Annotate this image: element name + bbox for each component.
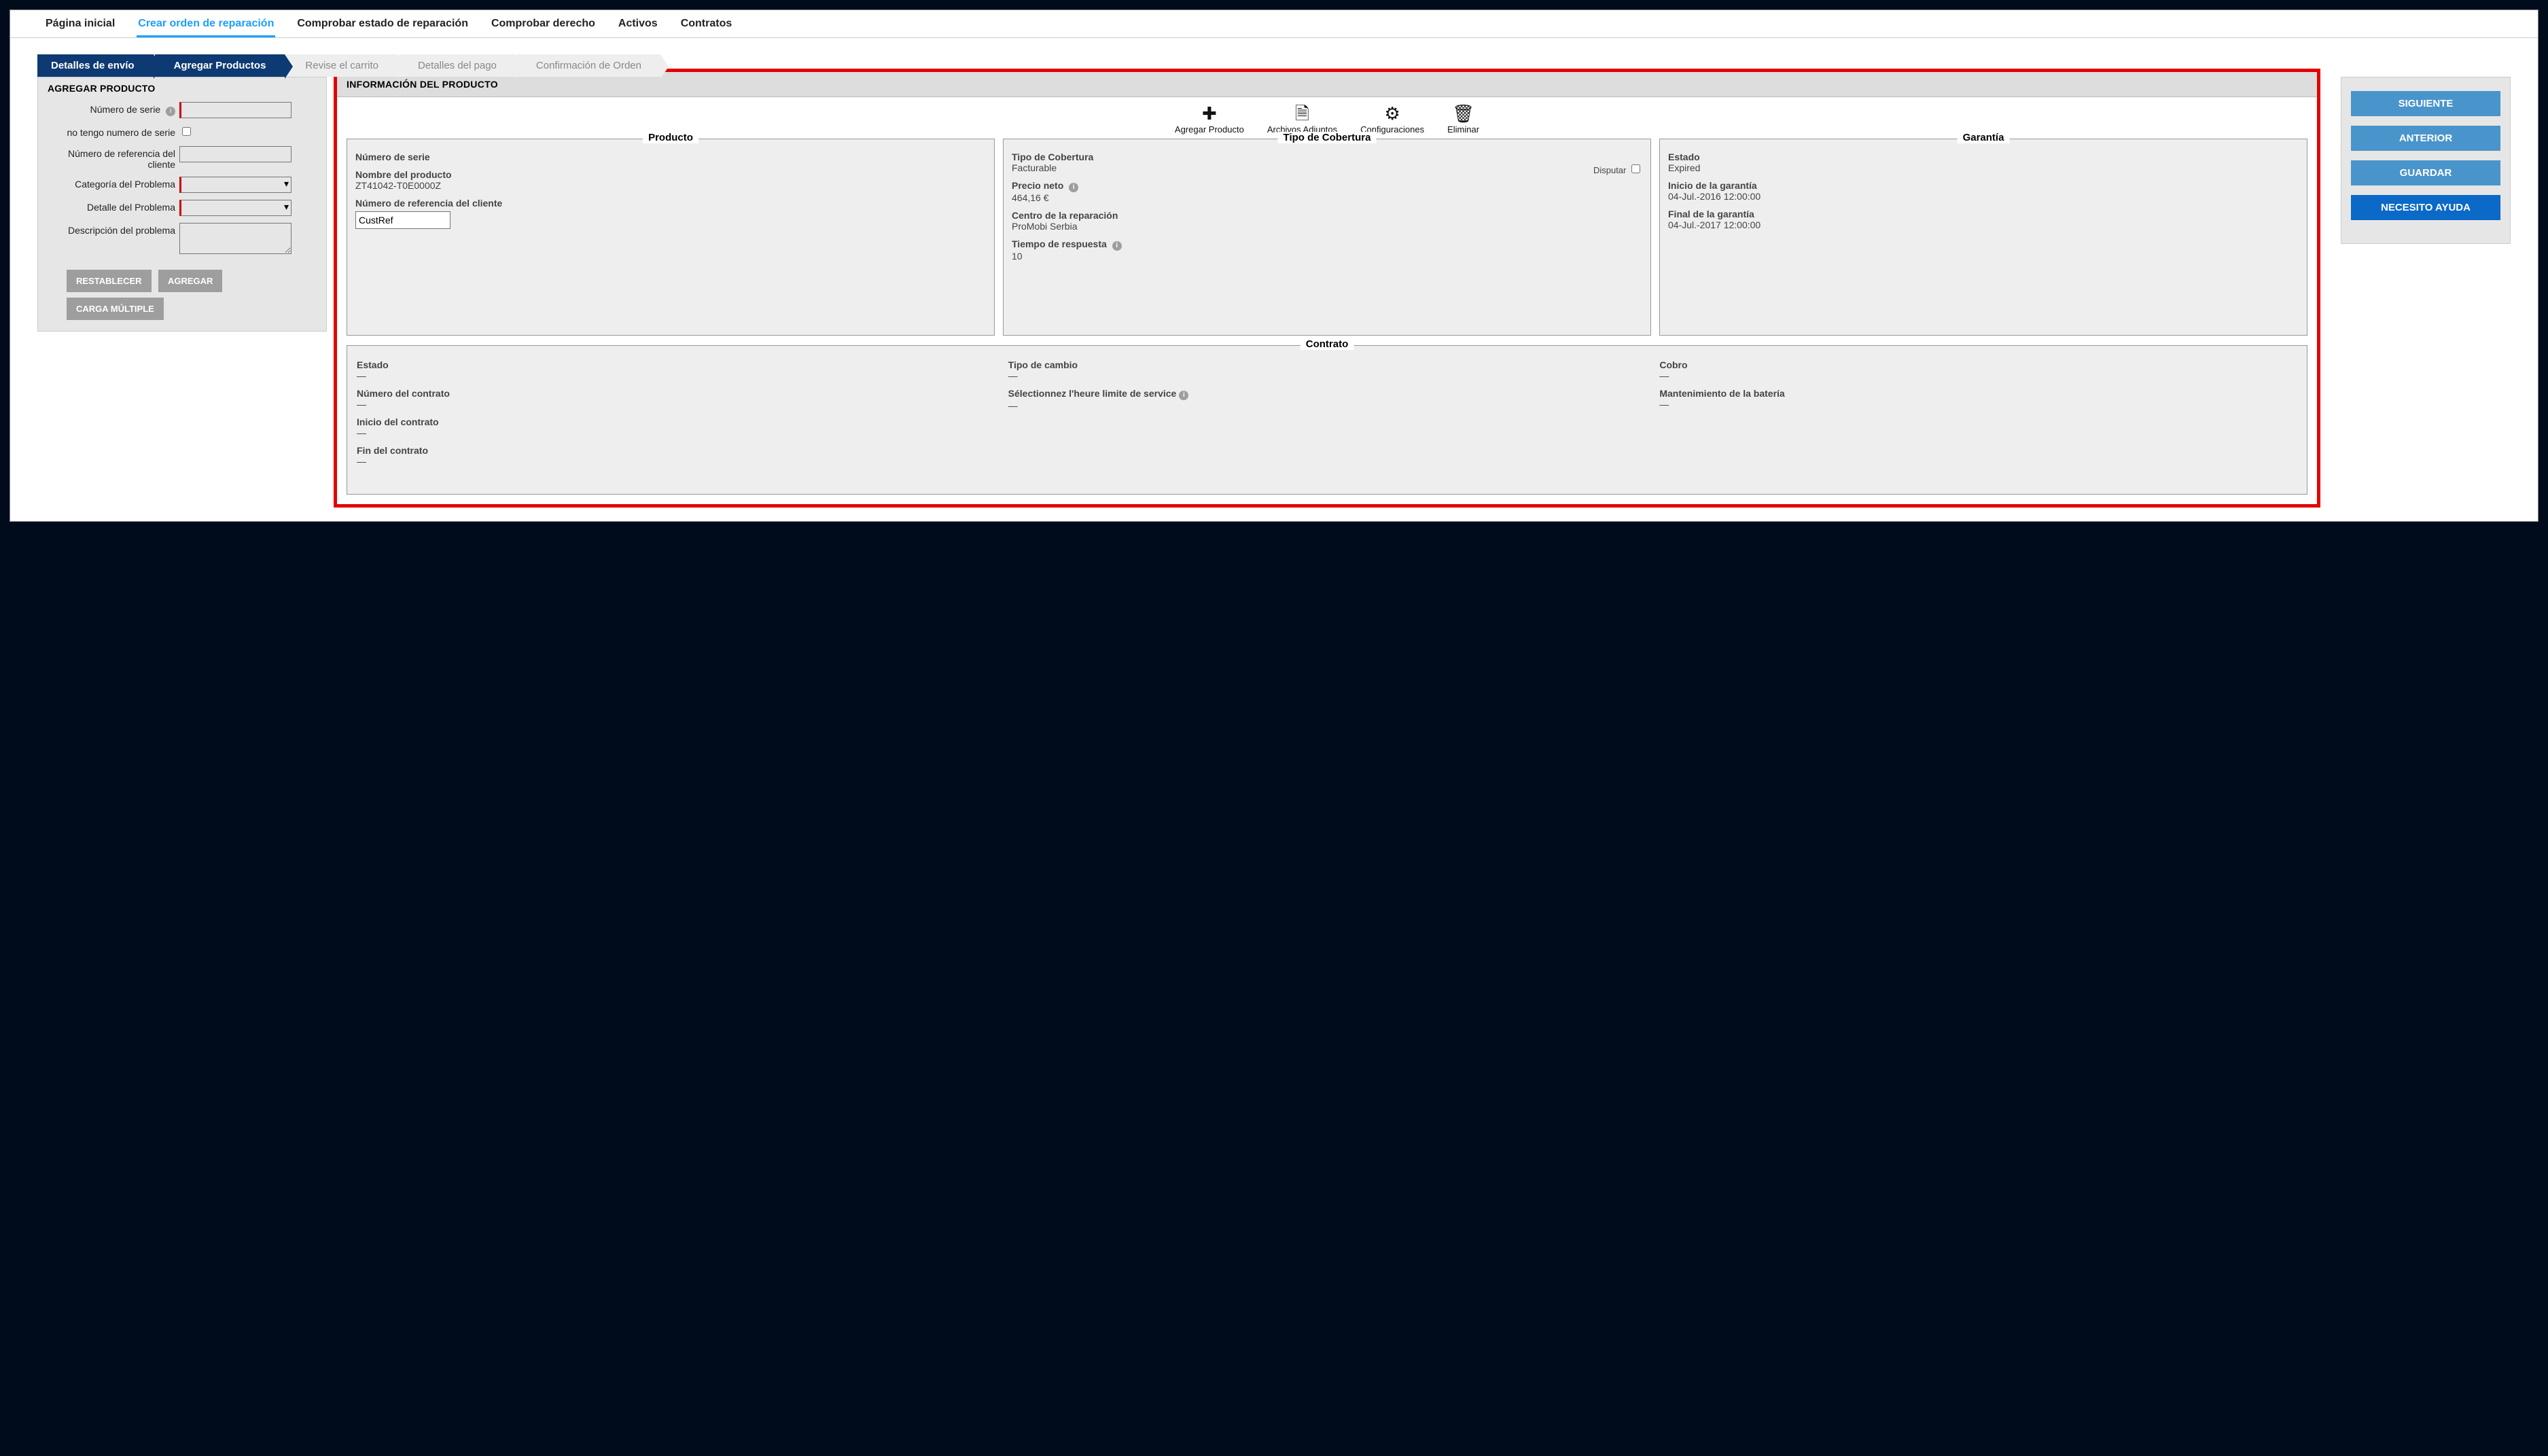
- serial-label: Número de serie: [90, 104, 161, 115]
- dispute-checkbox[interactable]: [1631, 164, 1640, 173]
- custref-label: Número de referencia del cliente: [46, 146, 179, 170]
- coverage-type-label: Tipo de Cobertura: [1012, 152, 1642, 162]
- charge-label: Cobro: [1659, 359, 2297, 370]
- file-icon: 🗎: [1267, 104, 1337, 123]
- net-price-label: Precio neto: [1012, 180, 1063, 191]
- step-add-products[interactable]: Agregar Productos: [155, 54, 285, 77]
- problem-detail-select[interactable]: [179, 200, 291, 216]
- card-contract: Contrato Estado— Número del contrato— In…: [347, 345, 2307, 495]
- toolbar-delete[interactable]: 🗑Eliminar: [1447, 104, 1479, 135]
- plus-icon: ✚: [1175, 104, 1244, 123]
- repair-center-label: Centro de la reparación: [1012, 210, 1642, 221]
- warranty-end-value: 04-Jul.-2017 12:00:00: [1668, 219, 2299, 230]
- card-title: Producto: [643, 132, 698, 143]
- card-producto: Producto Número de serie Nombre del prod…: [347, 139, 995, 336]
- response-time-value: 10: [1012, 251, 1642, 262]
- problem-detail-label: Detalle del Problema: [46, 200, 179, 213]
- toolbar-add-product[interactable]: ✚Agregar Producto: [1175, 104, 1244, 135]
- step-shipping-details[interactable]: Detalles de envío: [37, 54, 154, 77]
- serial-label: Número de serie: [355, 152, 986, 162]
- product-name-label: Nombre del producto: [355, 169, 986, 180]
- contract-end-label: Fin del contrato: [357, 445, 995, 456]
- warranty-status-value: Expired: [1668, 162, 2299, 173]
- contract-number-value: —: [357, 399, 995, 410]
- serial-input[interactable]: [179, 102, 291, 118]
- tab-contracts[interactable]: Contratos: [679, 14, 734, 37]
- next-button[interactable]: SIGUIENTE: [2351, 91, 2500, 116]
- problem-category-select[interactable]: [179, 177, 291, 193]
- warranty-start-label: Inicio de la garantía: [1668, 180, 2299, 191]
- step-payment-details[interactable]: Detalles del pago: [399, 54, 516, 77]
- net-price-value: 464,16 €: [1012, 192, 1642, 203]
- exchange-type-value: —: [1008, 370, 1646, 381]
- no-serial-checkbox[interactable]: [182, 127, 191, 136]
- contract-start-label: Inicio del contrato: [357, 416, 995, 427]
- tab-assets[interactable]: Activos: [617, 14, 659, 37]
- trash-icon: 🗑: [1447, 104, 1479, 123]
- service-limit-label: Sélectionnez l'heure limite de service: [1008, 388, 1177, 399]
- product-info-panel: INFORMACIÓN DEL PRODUCTO ✚Agregar Produc…: [334, 69, 2320, 508]
- info-icon: i: [166, 107, 175, 116]
- problem-description-textarea[interactable]: [179, 223, 291, 254]
- exchange-type-label: Tipo de cambio: [1008, 359, 1646, 370]
- coverage-type-value: Facturable: [1012, 162, 1057, 173]
- custref-input[interactable]: [179, 146, 291, 162]
- warranty-start-value: 04-Jul.-2016 12:00:00: [1668, 191, 2299, 202]
- battery-maint-label: Mantenimiento de la batería: [1659, 388, 2297, 399]
- main-tabs: Página inicial Crear orden de reparación…: [10, 10, 2538, 38]
- step-review-cart[interactable]: Revise el carrito: [286, 54, 397, 77]
- gear-icon: ⚙: [1360, 104, 1424, 123]
- help-button[interactable]: NECESITO AYUDA: [2351, 195, 2500, 220]
- charge-value: —: [1659, 370, 2297, 381]
- tab-check-status[interactable]: Comprobar estado de reparación: [296, 14, 470, 37]
- custref-label: Número de referencia del cliente: [355, 198, 986, 209]
- warranty-status-label: Estado: [1668, 152, 2299, 162]
- add-button[interactable]: AGREGAR: [158, 270, 222, 292]
- card-coverage: Tipo de Cobertura Tipo de Cobertura Fact…: [1003, 139, 1651, 336]
- bulk-upload-button[interactable]: CARGA MÚLTIPLE: [67, 298, 164, 320]
- response-time-label: Tiempo de respuesta: [1012, 238, 1107, 249]
- battery-maint-value: —: [1659, 399, 2297, 410]
- service-limit-value: —: [1008, 400, 1646, 411]
- contract-number-label: Número del contrato: [357, 388, 995, 399]
- card-title: Garantía: [1958, 132, 2010, 143]
- reset-button[interactable]: RESTABLECER: [67, 270, 152, 292]
- save-button[interactable]: GUARDAR: [2351, 160, 2500, 185]
- card-title: Contrato: [1300, 338, 1354, 350]
- no-serial-label: no tengo numero de serie: [46, 125, 179, 138]
- warranty-end-label: Final de la garantía: [1668, 209, 2299, 219]
- action-panel: SIGUIENTE ANTERIOR GUARDAR NECESITO AYUD…: [2341, 77, 2511, 244]
- info-icon: i: [1069, 183, 1078, 192]
- problem-description-label: Descripción del problema: [46, 223, 179, 236]
- card-warranty: Garantía EstadoExpired Inicio de la gara…: [1659, 139, 2307, 336]
- custref-input[interactable]: [355, 211, 450, 229]
- card-title: Tipo de Cobertura: [1278, 132, 1377, 143]
- contract-status-value: —: [357, 370, 995, 381]
- previous-button[interactable]: ANTERIOR: [2351, 126, 2500, 151]
- problem-category-label: Categoría del Problema: [46, 177, 179, 190]
- contract-status-label: Estado: [357, 359, 995, 370]
- product-name-value: ZT41042-T0E0000Z: [355, 180, 986, 191]
- step-order-confirmation[interactable]: Confirmación de Orden: [517, 54, 660, 77]
- add-product-title: AGREGAR PRODUCTO: [48, 83, 317, 94]
- contract-start-value: —: [357, 427, 995, 438]
- add-product-panel: AGREGAR PRODUCTO Número de serie i no te…: [37, 77, 327, 332]
- tab-home[interactable]: Página inicial: [44, 14, 116, 37]
- info-icon: i: [1179, 391, 1188, 400]
- repair-center-value: ProMobi Serbia: [1012, 221, 1642, 232]
- tab-check-right[interactable]: Comprobar derecho: [490, 14, 597, 37]
- dispute-label: Disputar: [1593, 165, 1626, 175]
- tab-create-repair[interactable]: Crear orden de reparación: [137, 14, 275, 37]
- toolbar-attachments[interactable]: 🗎Archivos Adjuntos: [1267, 104, 1337, 135]
- contract-end-value: —: [357, 456, 995, 467]
- info-icon: i: [1112, 241, 1122, 251]
- toolbar-configurations[interactable]: ⚙Configuraciones: [1360, 104, 1424, 135]
